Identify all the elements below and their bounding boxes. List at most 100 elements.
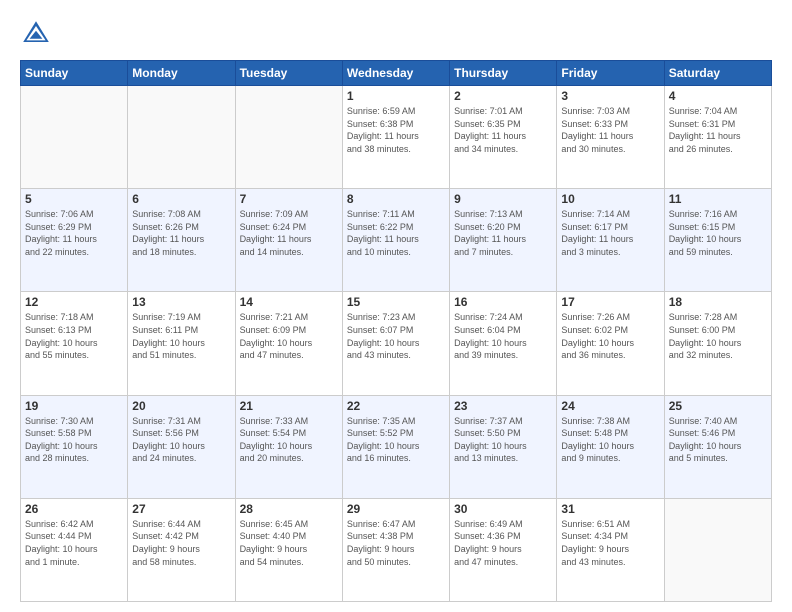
weekday-header-wednesday: Wednesday bbox=[342, 61, 449, 86]
day-number: 22 bbox=[347, 399, 445, 413]
day-number: 26 bbox=[25, 502, 123, 516]
day-number: 25 bbox=[669, 399, 767, 413]
weekday-header-tuesday: Tuesday bbox=[235, 61, 342, 86]
day-info: Sunrise: 6:51 AM Sunset: 4:34 PM Dayligh… bbox=[561, 518, 659, 568]
day-info: Sunrise: 6:59 AM Sunset: 6:38 PM Dayligh… bbox=[347, 105, 445, 155]
weekday-header-sunday: Sunday bbox=[21, 61, 128, 86]
day-cell: 24 Sunrise: 7:38 AM Sunset: 5:48 PM Dayli… bbox=[557, 395, 664, 498]
day-info: Sunrise: 7:31 AM Sunset: 5:56 PM Dayligh… bbox=[132, 415, 230, 465]
day-cell bbox=[128, 86, 235, 189]
day-cell: 9 Sunrise: 7:13 AM Sunset: 6:20 PM Daylig… bbox=[450, 189, 557, 292]
day-number: 30 bbox=[454, 502, 552, 516]
day-info: Sunrise: 7:23 AM Sunset: 6:07 PM Dayligh… bbox=[347, 311, 445, 361]
day-info: Sunrise: 7:28 AM Sunset: 6:00 PM Dayligh… bbox=[669, 311, 767, 361]
day-cell: 25 Sunrise: 7:40 AM Sunset: 5:46 PM Dayli… bbox=[664, 395, 771, 498]
day-number: 15 bbox=[347, 295, 445, 309]
day-info: Sunrise: 7:01 AM Sunset: 6:35 PM Dayligh… bbox=[454, 105, 552, 155]
day-number: 1 bbox=[347, 89, 445, 103]
day-number: 16 bbox=[454, 295, 552, 309]
day-number: 28 bbox=[240, 502, 338, 516]
day-number: 7 bbox=[240, 192, 338, 206]
day-cell: 7 Sunrise: 7:09 AM Sunset: 6:24 PM Daylig… bbox=[235, 189, 342, 292]
day-number: 18 bbox=[669, 295, 767, 309]
day-info: Sunrise: 7:11 AM Sunset: 6:22 PM Dayligh… bbox=[347, 208, 445, 258]
day-info: Sunrise: 7:04 AM Sunset: 6:31 PM Dayligh… bbox=[669, 105, 767, 155]
day-info: Sunrise: 7:13 AM Sunset: 6:20 PM Dayligh… bbox=[454, 208, 552, 258]
weekday-header-monday: Monday bbox=[128, 61, 235, 86]
day-cell: 27 Sunrise: 6:44 AM Sunset: 4:42 PM Dayli… bbox=[128, 498, 235, 601]
day-info: Sunrise: 7:35 AM Sunset: 5:52 PM Dayligh… bbox=[347, 415, 445, 465]
day-number: 19 bbox=[25, 399, 123, 413]
day-number: 23 bbox=[454, 399, 552, 413]
day-cell: 12Sunrise: 7:18 AM Sunset: 6:13 PM Dayli… bbox=[21, 292, 128, 395]
day-number: 21 bbox=[240, 399, 338, 413]
day-info: Sunrise: 7:37 AM Sunset: 5:50 PM Dayligh… bbox=[454, 415, 552, 465]
day-info: Sunrise: 7:18 AM Sunset: 6:13 PM Dayligh… bbox=[25, 311, 123, 361]
day-cell: 8 Sunrise: 7:11 AM Sunset: 6:22 PM Daylig… bbox=[342, 189, 449, 292]
day-info: Sunrise: 6:42 AM Sunset: 4:44 PM Dayligh… bbox=[25, 518, 123, 568]
weekday-header-thursday: Thursday bbox=[450, 61, 557, 86]
day-cell: 5 Sunrise: 7:06 AM Sunset: 6:29 PM Daylig… bbox=[21, 189, 128, 292]
day-cell: 31 Sunrise: 6:51 AM Sunset: 4:34 PM Dayli… bbox=[557, 498, 664, 601]
day-info: Sunrise: 7:24 AM Sunset: 6:04 PM Dayligh… bbox=[454, 311, 552, 361]
day-info: Sunrise: 7:40 AM Sunset: 5:46 PM Dayligh… bbox=[669, 415, 767, 465]
day-cell: 14Sunrise: 7:21 AM Sunset: 6:09 PM Dayli… bbox=[235, 292, 342, 395]
day-cell: 1 Sunrise: 6:59 AM Sunset: 6:38 PM Daylig… bbox=[342, 86, 449, 189]
weekday-header-saturday: Saturday bbox=[664, 61, 771, 86]
day-info: Sunrise: 7:14 AM Sunset: 6:17 PM Dayligh… bbox=[561, 208, 659, 258]
weekday-header-row: SundayMondayTuesdayWednesdayThursdayFrid… bbox=[21, 61, 772, 86]
day-info: Sunrise: 7:09 AM Sunset: 6:24 PM Dayligh… bbox=[240, 208, 338, 258]
day-number: 27 bbox=[132, 502, 230, 516]
day-number: 9 bbox=[454, 192, 552, 206]
day-info: Sunrise: 7:08 AM Sunset: 6:26 PM Dayligh… bbox=[132, 208, 230, 258]
page: SundayMondayTuesdayWednesdayThursdayFrid… bbox=[0, 0, 792, 612]
logo-icon bbox=[20, 18, 52, 50]
day-number: 24 bbox=[561, 399, 659, 413]
day-cell: 15 Sunrise: 7:23 AM Sunset: 6:07 PM Dayli… bbox=[342, 292, 449, 395]
day-number: 8 bbox=[347, 192, 445, 206]
day-cell: 21 Sunrise: 7:33 AM Sunset: 5:54 PM Dayli… bbox=[235, 395, 342, 498]
day-number: 20 bbox=[132, 399, 230, 413]
day-cell: 22 Sunrise: 7:35 AM Sunset: 5:52 PM Dayli… bbox=[342, 395, 449, 498]
day-info: Sunrise: 6:45 AM Sunset: 4:40 PM Dayligh… bbox=[240, 518, 338, 568]
day-number: 31 bbox=[561, 502, 659, 516]
day-info: Sunrise: 6:49 AM Sunset: 4:36 PM Dayligh… bbox=[454, 518, 552, 568]
day-number: 29 bbox=[347, 502, 445, 516]
day-info: Sunrise: 6:44 AM Sunset: 4:42 PM Dayligh… bbox=[132, 518, 230, 568]
day-number: 17 bbox=[561, 295, 659, 309]
day-cell: 17Sunrise: 7:26 AM Sunset: 6:02 PM Dayli… bbox=[557, 292, 664, 395]
day-cell: 18 Sunrise: 7:28 AM Sunset: 6:00 PM Dayli… bbox=[664, 292, 771, 395]
day-cell: 23 Sunrise: 7:37 AM Sunset: 5:50 PM Dayli… bbox=[450, 395, 557, 498]
day-number: 2 bbox=[454, 89, 552, 103]
day-info: Sunrise: 7:30 AM Sunset: 5:58 PM Dayligh… bbox=[25, 415, 123, 465]
day-number: 14 bbox=[240, 295, 338, 309]
day-cell: 11 Sunrise: 7:16 AM Sunset: 6:15 PM Dayli… bbox=[664, 189, 771, 292]
day-number: 11 bbox=[669, 192, 767, 206]
week-row-2: 5 Sunrise: 7:06 AM Sunset: 6:29 PM Daylig… bbox=[21, 189, 772, 292]
day-number: 6 bbox=[132, 192, 230, 206]
day-cell: 3Sunrise: 7:03 AM Sunset: 6:33 PM Daylig… bbox=[557, 86, 664, 189]
week-row-5: 26 Sunrise: 6:42 AM Sunset: 4:44 PM Dayli… bbox=[21, 498, 772, 601]
day-info: Sunrise: 7:06 AM Sunset: 6:29 PM Dayligh… bbox=[25, 208, 123, 258]
day-cell: 29 Sunrise: 6:47 AM Sunset: 4:38 PM Dayli… bbox=[342, 498, 449, 601]
day-cell bbox=[21, 86, 128, 189]
day-info: Sunrise: 7:38 AM Sunset: 5:48 PM Dayligh… bbox=[561, 415, 659, 465]
day-cell bbox=[235, 86, 342, 189]
day-number: 10 bbox=[561, 192, 659, 206]
day-cell: 2 Sunrise: 7:01 AM Sunset: 6:35 PM Daylig… bbox=[450, 86, 557, 189]
header bbox=[20, 18, 772, 50]
day-info: Sunrise: 7:16 AM Sunset: 6:15 PM Dayligh… bbox=[669, 208, 767, 258]
day-cell: 30 Sunrise: 6:49 AM Sunset: 4:36 PM Dayli… bbox=[450, 498, 557, 601]
day-cell: 16 Sunrise: 7:24 AM Sunset: 6:04 PM Dayli… bbox=[450, 292, 557, 395]
day-info: Sunrise: 7:33 AM Sunset: 5:54 PM Dayligh… bbox=[240, 415, 338, 465]
day-cell: 4Sunrise: 7:04 AM Sunset: 6:31 PM Daylig… bbox=[664, 86, 771, 189]
day-cell bbox=[664, 498, 771, 601]
logo bbox=[20, 18, 56, 50]
day-info: Sunrise: 6:47 AM Sunset: 4:38 PM Dayligh… bbox=[347, 518, 445, 568]
day-cell: 28 Sunrise: 6:45 AM Sunset: 4:40 PM Dayli… bbox=[235, 498, 342, 601]
day-info: Sunrise: 7:03 AM Sunset: 6:33 PM Dayligh… bbox=[561, 105, 659, 155]
day-number: 5 bbox=[25, 192, 123, 206]
day-cell: 20 Sunrise: 7:31 AM Sunset: 5:56 PM Dayli… bbox=[128, 395, 235, 498]
day-info: Sunrise: 7:19 AM Sunset: 6:11 PM Dayligh… bbox=[132, 311, 230, 361]
day-cell: 10 Sunrise: 7:14 AM Sunset: 6:17 PM Dayli… bbox=[557, 189, 664, 292]
